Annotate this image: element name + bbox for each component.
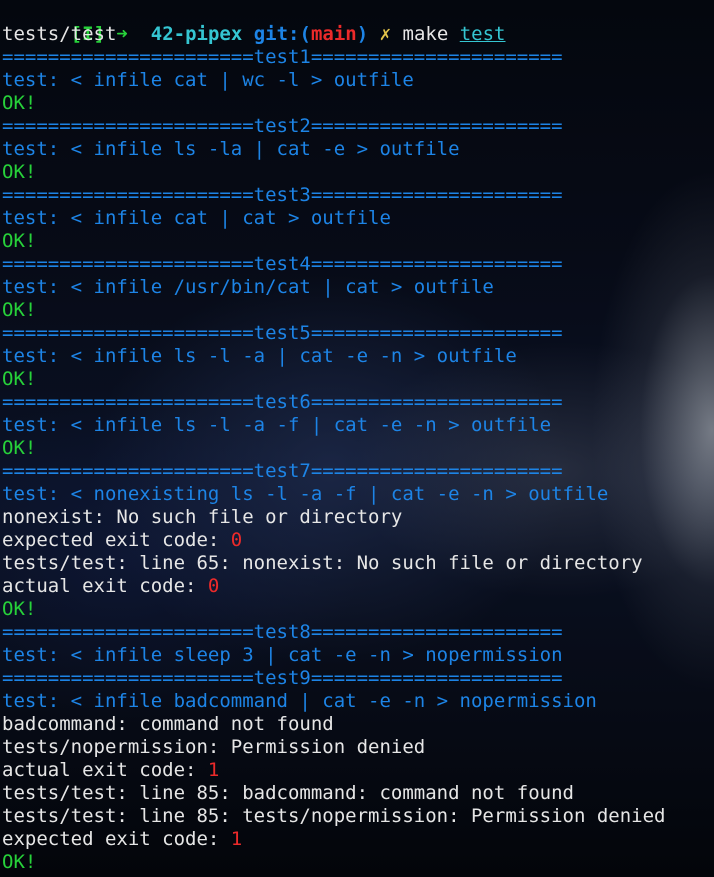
test-separator-text: ======================test3=============… — [2, 184, 563, 206]
exit-code-label: actual exit code: — [2, 759, 208, 781]
test-command-line-text: test: < infile /usr/bin/cat | cat > outf… — [2, 276, 494, 298]
test-command-line-text: test: < infile cat | cat > outfile — [2, 207, 391, 229]
exit-code-label: actual exit code: — [2, 575, 208, 597]
current-directory: 42-pipex — [150, 23, 243, 45]
prompt-line: [I] ➜ 42-pipex git:(main) ✗ make test — [2, 0, 714, 45]
ok-status-text: OK! — [2, 437, 37, 459]
test-separator: ======================test8=============… — [2, 621, 714, 644]
output-line: tests/test: line 85: badcommand: command… — [2, 782, 714, 805]
output-line: nonexist: No such file or directory — [2, 506, 714, 529]
test-command-line: test: < infile ls -l -a | cat -e -n > ou… — [2, 345, 714, 368]
exit-code-value: 0 — [207, 575, 220, 597]
test-command-line-text: test: < infile sleep 3 | cat -e -n > nop… — [2, 644, 563, 666]
test-command-line: test: < infile cat | cat > outfile — [2, 207, 714, 230]
exit-code-label: expected exit code: — [2, 828, 231, 850]
test-separator: ======================test9=============… — [2, 667, 714, 690]
test-separator-text: ======================test8=============… — [2, 621, 563, 643]
output-line: tests/nopermission: Permission denied — [2, 736, 714, 759]
test-separator: ======================test2=============… — [2, 115, 714, 138]
prompt-arrow-icon: ➜ — [116, 23, 128, 45]
ok-status: OK! — [2, 161, 714, 184]
test-command-line-text: test: < infile ls -l -a | cat -e -n > ou… — [2, 345, 517, 367]
test-command-line: test: < infile cat | wc -l > outfile — [2, 69, 714, 92]
test-separator: ======================test1=============… — [2, 46, 714, 69]
ok-status: OK! — [2, 368, 714, 391]
test-command-line-text: test: < infile ls -l -a -f | cat -e -n >… — [2, 414, 552, 436]
git-suffix: ) — [356, 23, 369, 45]
exit-code-line: expected exit code: 0 — [2, 529, 714, 552]
ok-status-text: OK! — [2, 598, 37, 620]
test-separator-text: ======================test7=============… — [2, 460, 563, 482]
git-branch: main — [310, 23, 357, 45]
ok-status: OK! — [2, 437, 714, 460]
test-command-line: test: < infile badcommand | cat -e -n > … — [2, 690, 714, 713]
output-line-text: tests/test: line 65: nonexist: No such f… — [2, 552, 643, 574]
exit-code-line: actual exit code: 0 — [2, 575, 714, 598]
test-separator: ======================test7=============… — [2, 460, 714, 483]
test-separator-text: ======================test6=============… — [2, 391, 563, 413]
test-separator-text: ======================test2=============… — [2, 115, 563, 137]
test-command-line: test: < infile sleep 3 | cat -e -n > nop… — [2, 644, 714, 667]
output-line-text: tests/test — [2, 23, 117, 45]
test-separator-text: ======================test4=============… — [2, 253, 563, 275]
test-command-line-text: test: < nonexisting ls -l -a -f | cat -e… — [2, 483, 609, 505]
ok-status: OK! — [2, 299, 714, 322]
exit-code-line: expected exit code: 1 — [2, 828, 714, 851]
test-separator: ======================test5=============… — [2, 322, 714, 345]
ok-status-text: OK! — [2, 92, 37, 114]
test-separator-text: ======================test1=============… — [2, 46, 563, 68]
exit-code-value: 1 — [207, 759, 220, 781]
test-separator: ======================test6=============… — [2, 391, 714, 414]
ok-status: OK! — [2, 851, 714, 874]
ok-status: OK! — [2, 598, 714, 621]
ok-status-text: OK! — [2, 851, 37, 873]
git-prefix: git:( — [253, 23, 311, 45]
output-line-text: nonexist: No such file or directory — [2, 506, 403, 528]
test-command-line: test: < infile ls -la | cat -e > outfile — [2, 138, 714, 161]
test-command-line-text: test: < infile cat | wc -l > outfile — [2, 69, 414, 91]
ok-status: OK! — [2, 92, 714, 115]
exit-code-value: 1 — [230, 828, 243, 850]
test-command-line: test: < infile /usr/bin/cat | cat > outf… — [2, 276, 714, 299]
test-separator-text: ======================test9=============… — [2, 667, 563, 689]
test-command-line-text: test: < infile badcommand | cat -e -n > … — [2, 690, 597, 712]
dirty-mark-icon: ✗ — [379, 23, 392, 45]
terminal-output: [I] ➜ 42-pipex git:(main) ✗ make test te… — [2, 0, 714, 874]
ok-status-text: OK! — [2, 161, 37, 183]
test-separator: ======================test3=============… — [2, 184, 714, 207]
output-line: tests/test: line 65: nonexist: No such f… — [2, 552, 714, 575]
terminal-window[interactable]: [I] ➜ 42-pipex git:(main) ✗ make test te… — [0, 0, 714, 877]
command-target: test — [459, 23, 506, 45]
output-line-text: badcommand: command not found — [2, 713, 334, 735]
output-line: tests/test: line 85: tests/nopermission:… — [2, 805, 714, 828]
exit-code-line: actual exit code: 1 — [2, 759, 714, 782]
command-text: make — [402, 23, 449, 45]
test-command-line: test: < infile ls -l -a -f | cat -e -n >… — [2, 414, 714, 437]
ok-status-text: OK! — [2, 230, 37, 252]
test-command-line: test: < nonexisting ls -l -a -f | cat -e… — [2, 483, 714, 506]
exit-code-label: expected exit code: — [2, 529, 231, 551]
ok-status-text: OK! — [2, 368, 37, 390]
test-separator: ======================test4=============… — [2, 253, 714, 276]
ok-status: OK! — [2, 230, 714, 253]
output-line-text: tests/test: line 85: badcommand: command… — [2, 782, 574, 804]
output-line-text: tests/nopermission: Permission denied — [2, 736, 426, 758]
exit-code-value: 0 — [230, 529, 243, 551]
ok-status-text: OK! — [2, 299, 37, 321]
output-lines: tests/test ======================test1===… — [2, 23, 714, 874]
output-line: badcommand: command not found — [2, 713, 714, 736]
test-command-line-text: test: < infile ls -la | cat -e > outfile — [2, 138, 460, 160]
output-line-text: tests/test: line 85: tests/nopermission:… — [2, 805, 666, 827]
test-separator-text: ======================test5=============… — [2, 322, 563, 344]
